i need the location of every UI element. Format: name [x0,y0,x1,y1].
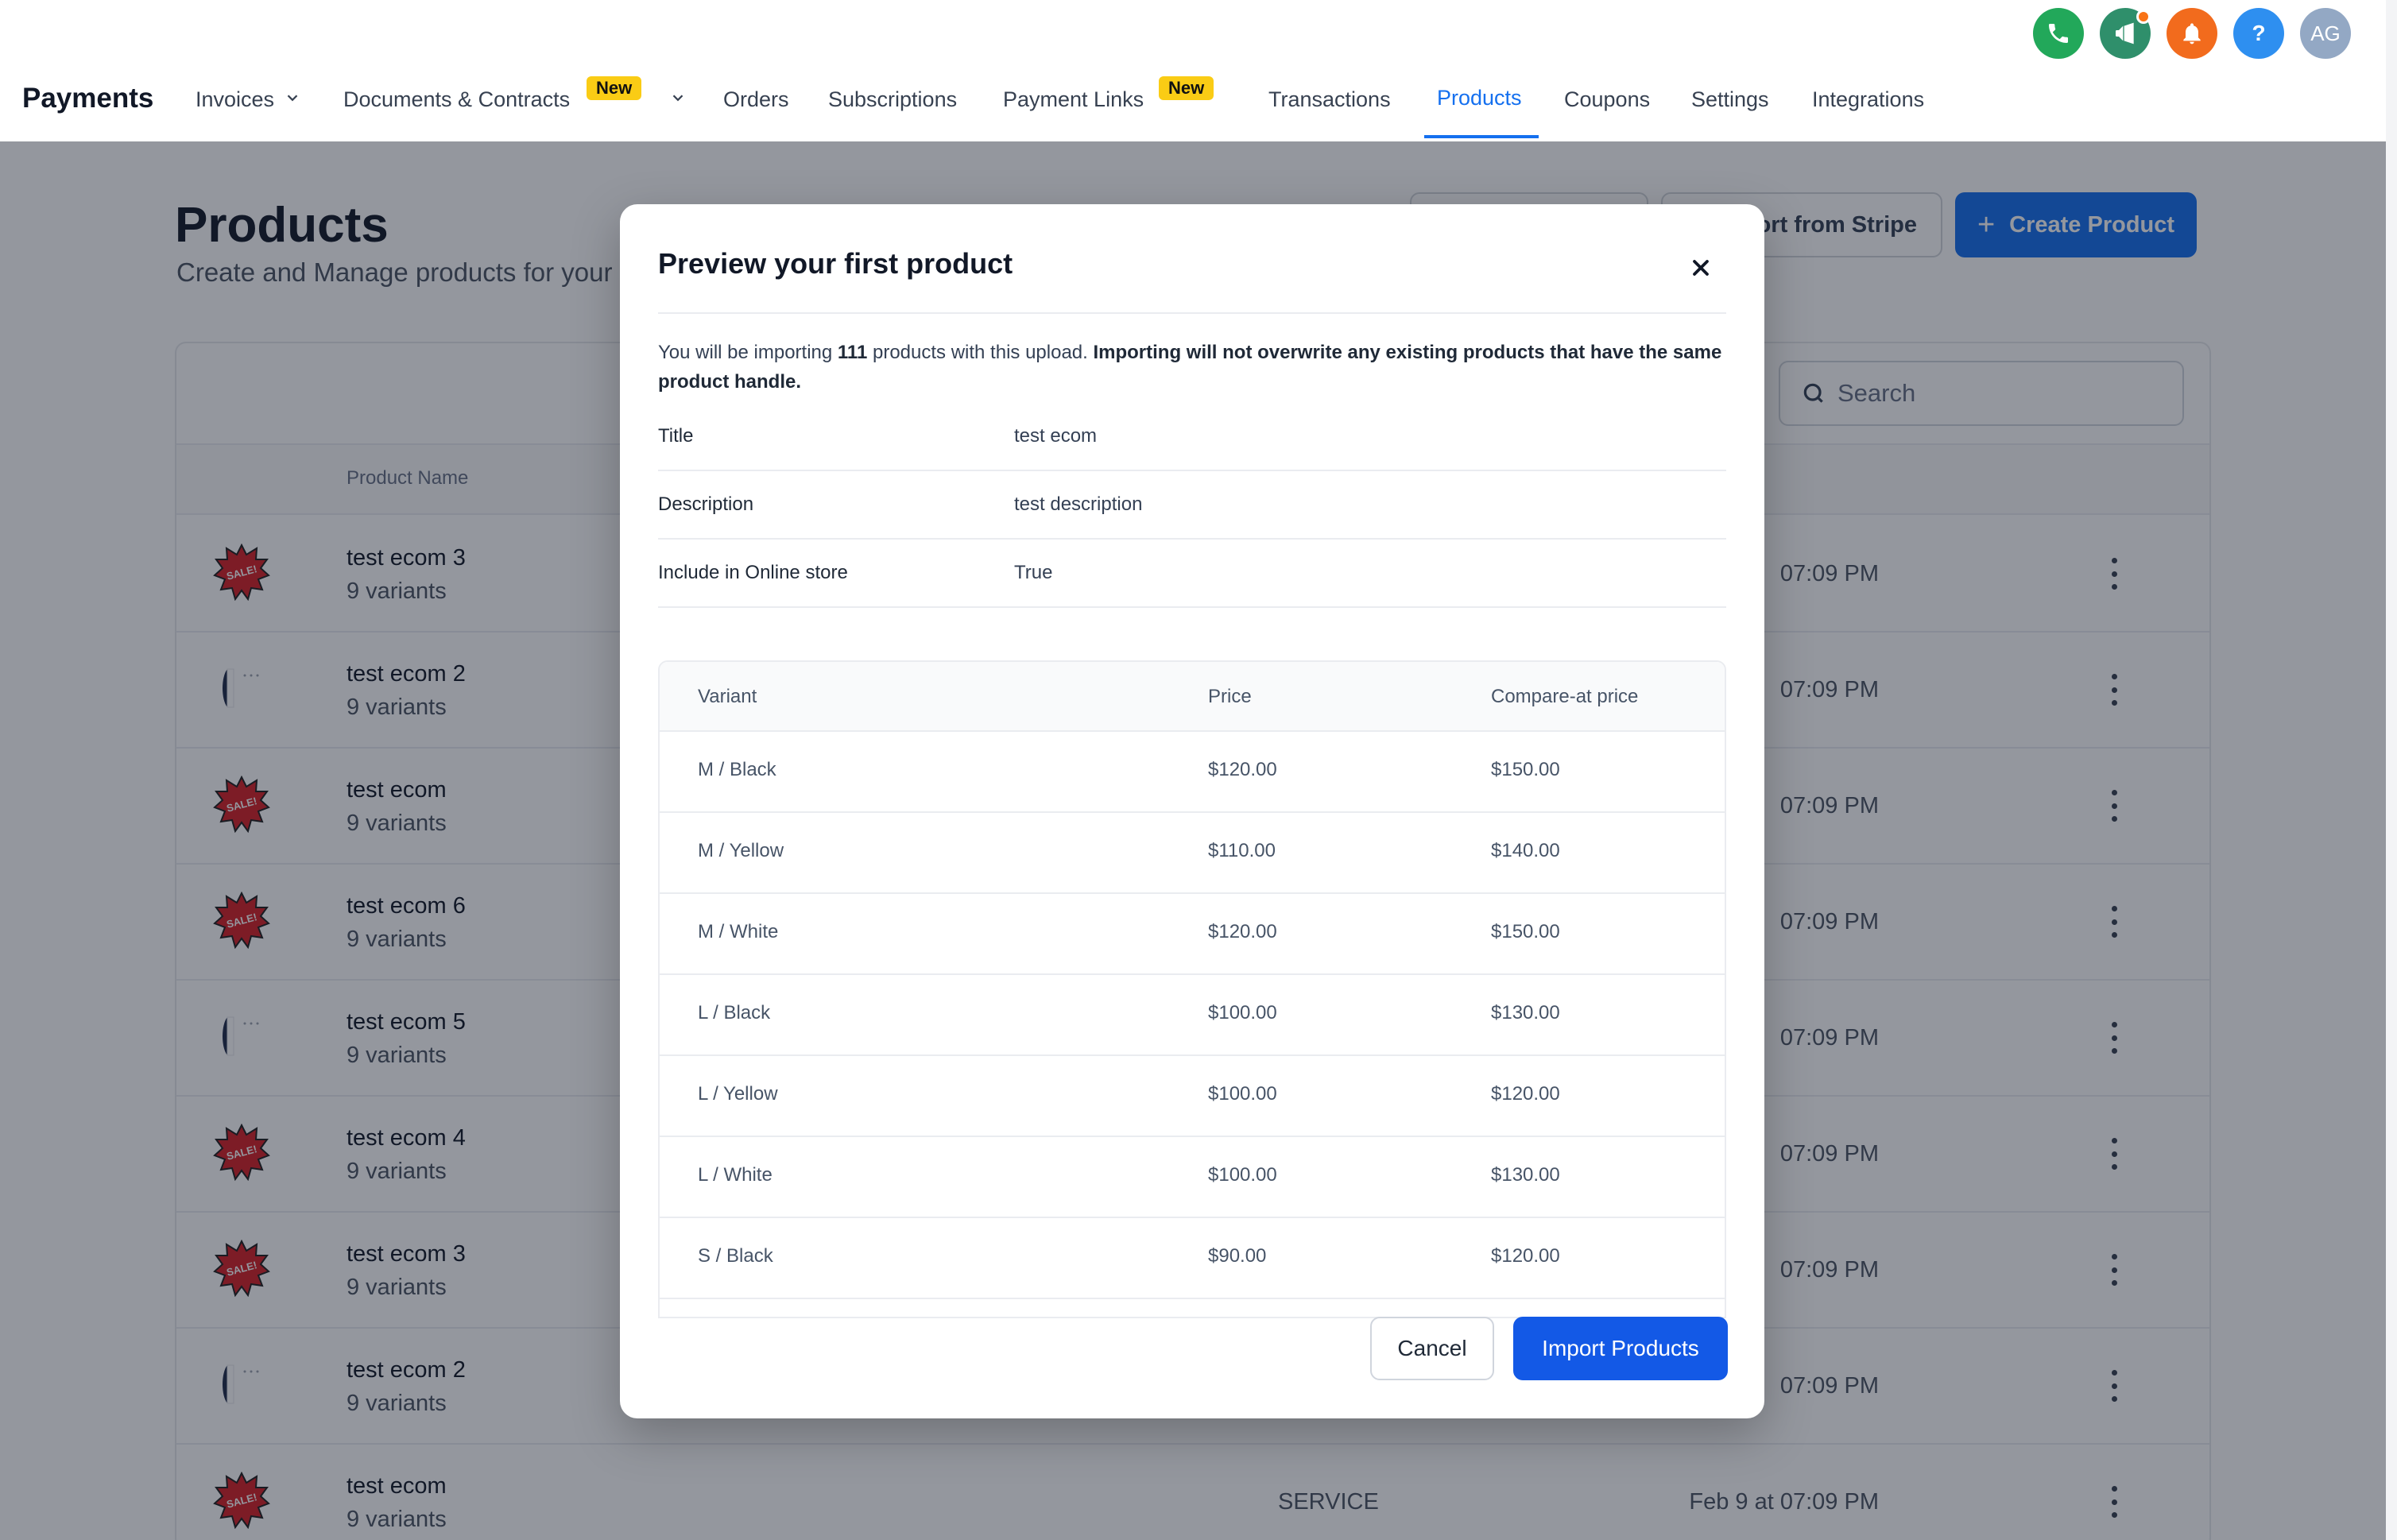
top-header: ? AG Payments Invoices Documents & Contr… [0,0,2386,141]
variant-compare-price: $130.00 [1491,1002,1560,1023]
variant-compare-price: $120.00 [1491,1083,1560,1105]
variant-name: M / Yellow [698,840,784,861]
cancel-button[interactable]: Cancel [1370,1317,1494,1380]
tab-documents-contracts[interactable]: Documents & Contracts [343,87,570,112]
variant-row: L / White $100.00 $130.00 [660,1137,1725,1218]
variant-row: M / White $120.00 $150.00 [660,894,1725,975]
import-summary-middle: products with this upload. [867,342,1094,363]
column-header-compare-price: Compare-at price [1491,686,1639,707]
variant-compare-price: $120.00 [1491,1245,1560,1267]
field-value: test description [1014,493,1143,515]
tab-subscriptions-label: Subscriptions [828,87,958,111]
variant-row: M / Yellow $110.00 $140.00 [660,813,1725,894]
preview-product-modal: Preview your first product You will be i… [620,204,1764,1418]
variant-row: L / Yellow $100.00 $120.00 [660,1056,1725,1137]
import-summary-prefix: You will be importing [658,342,838,363]
variant-price: $120.00 [1208,759,1277,780]
tab-products-label: Products [1437,86,1522,110]
column-header-price: Price [1208,686,1252,707]
chevron-down-icon [284,87,301,112]
modal-divider [658,312,1726,314]
documents-dropdown[interactable] [669,87,687,112]
tab-orders[interactable]: Orders [723,87,789,112]
variant-price: $90.00 [1208,1245,1267,1267]
column-header-variant: Variant [698,686,757,707]
import-products-button[interactable]: Import Products [1513,1317,1728,1380]
close-icon [1693,260,1709,276]
field-label: Description [658,493,754,515]
tab-invoices-label: Invoices [196,87,275,111]
variant-compare-price: $150.00 [1491,759,1560,780]
field-value: test ecom [1014,425,1098,447]
variant-price: $120.00 [1208,921,1277,942]
tab-integrations[interactable]: Integrations [1812,87,1924,112]
variant-compare-price: $150.00 [1491,921,1560,942]
tab-settings[interactable]: Settings [1691,87,1769,112]
tab-subscriptions[interactable]: Subscriptions [828,87,957,112]
tab-invoices[interactable]: Invoices [196,87,301,112]
chevron-down-icon [669,87,687,112]
tab-transactions-label: Transactions [1268,87,1391,111]
tab-payment-links[interactable]: Payment Links [1003,87,1144,112]
help-button[interactable]: ? [2233,8,2284,59]
variant-price: $110.00 [1208,840,1276,861]
phone-button[interactable] [2033,8,2084,59]
variants-table-header: Variant Price Compare-at price [660,662,1725,732]
tab-coupons[interactable]: Coupons [1564,87,1650,112]
announcements-button[interactable] [2100,8,2151,59]
variant-compare-price: $130.00 [1491,1164,1560,1186]
variant-price: $100.00 [1208,1083,1277,1105]
tab-transactions[interactable]: Transactions [1268,87,1391,112]
variant-name: L / White [698,1164,773,1186]
bell-icon [2183,23,2201,44]
phone-icon [2049,24,2068,43]
variant-price: $100.00 [1208,1164,1277,1186]
variant-row: S / Black $90.00 $120.00 [660,1218,1725,1299]
tab-coupons-label: Coupons [1564,87,1651,111]
header-actions: ? AG [2033,8,2351,59]
tab-products[interactable]: Products [1437,86,1522,110]
variant-row: L / Black $100.00 $130.00 [660,975,1725,1056]
field-label: Include in Online store [658,562,848,583]
tab-documents-label: Documents & Contracts [343,87,571,111]
variant-name: M / White [698,921,779,942]
avatar[interactable]: AG [2300,8,2351,59]
new-badge: New [587,76,642,100]
field-row-online-store: Include in Online store True [658,540,1726,608]
variant-name: M / Black [698,759,776,780]
variant-price: $100.00 [1208,1002,1277,1023]
scrollbar[interactable] [2386,0,2397,1540]
avatar-initials: AG [2310,21,2341,45]
megaphone-icon [2116,22,2134,44]
field-value: True [1014,562,1053,583]
field-label: Title [658,425,694,447]
import-summary: You will be importing 111 products with … [658,338,1726,397]
import-count: 111 [837,342,868,363]
new-badge: New [1159,76,1214,100]
variant-name: S / Black [698,1245,773,1267]
notification-dot [2136,10,2151,24]
help-icon: ? [2252,21,2266,45]
variant-row: M / Black $120.00 $150.00 [660,732,1725,813]
active-tab-indicator [1424,135,1539,138]
close-button[interactable] [1685,252,1717,284]
tab-settings-label: Settings [1691,87,1769,111]
variant-name: L / Yellow [698,1083,778,1105]
tab-orders-label: Orders [723,87,789,111]
tab-integrations-label: Integrations [1812,87,1925,111]
tab-payment-links-label: Payment Links [1003,87,1144,111]
notifications-button[interactable] [2167,8,2217,59]
variant-name: L / Black [698,1002,771,1023]
variant-compare-price: $140.00 [1491,840,1560,861]
app-title: Payments [22,83,154,114]
modal-title: Preview your first product [658,247,1013,280]
field-row-description: Description test description [658,471,1726,540]
variants-table: Variant Price Compare-at price M / Black… [658,660,1726,1318]
field-row-title: Title test ecom [658,403,1726,471]
